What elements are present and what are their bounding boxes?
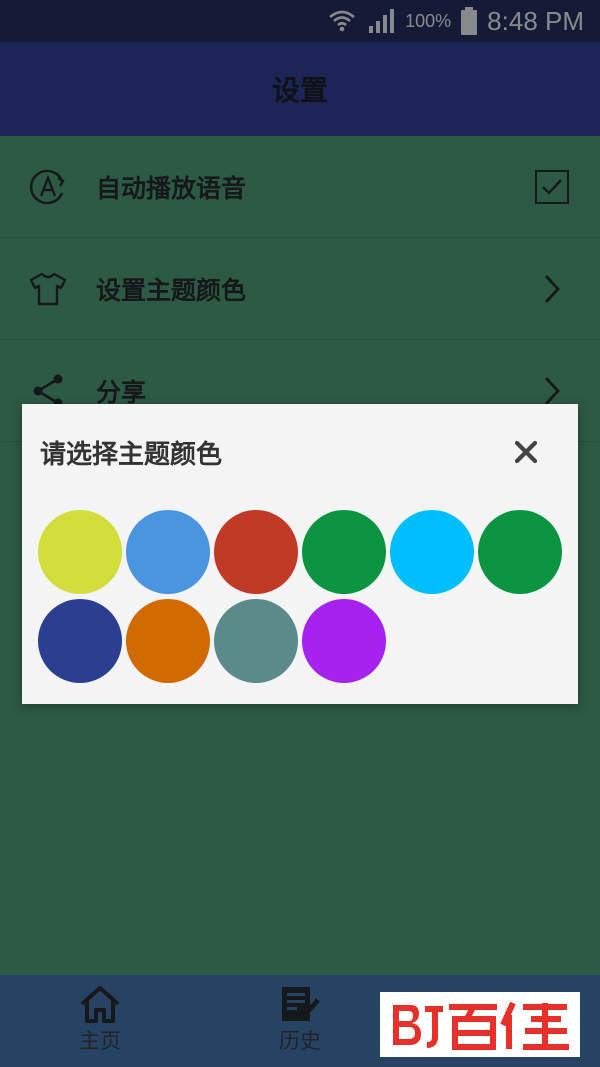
close-button[interactable] <box>504 430 548 474</box>
color-swatch-3[interactable] <box>214 510 298 594</box>
color-swatch-6[interactable] <box>478 510 562 594</box>
color-swatch-1[interactable] <box>38 510 122 594</box>
theme-color-dialog: 请选择主题颜色 <box>22 404 578 704</box>
color-swatch-8[interactable] <box>126 599 210 683</box>
color-swatch-9[interactable] <box>214 599 298 683</box>
color-swatch-7[interactable] <box>38 599 122 683</box>
watermark-logo <box>380 992 580 1057</box>
color-swatch-10[interactable] <box>302 599 386 683</box>
color-swatch-2[interactable] <box>126 510 210 594</box>
watermark-logo-icon <box>393 1001 569 1050</box>
close-icon <box>514 440 538 464</box>
color-swatch-grid <box>38 510 568 683</box>
color-swatch-5[interactable] <box>390 510 474 594</box>
color-swatch-4[interactable] <box>302 510 386 594</box>
dialog-title: 请选择主题颜色 <box>40 440 223 470</box>
